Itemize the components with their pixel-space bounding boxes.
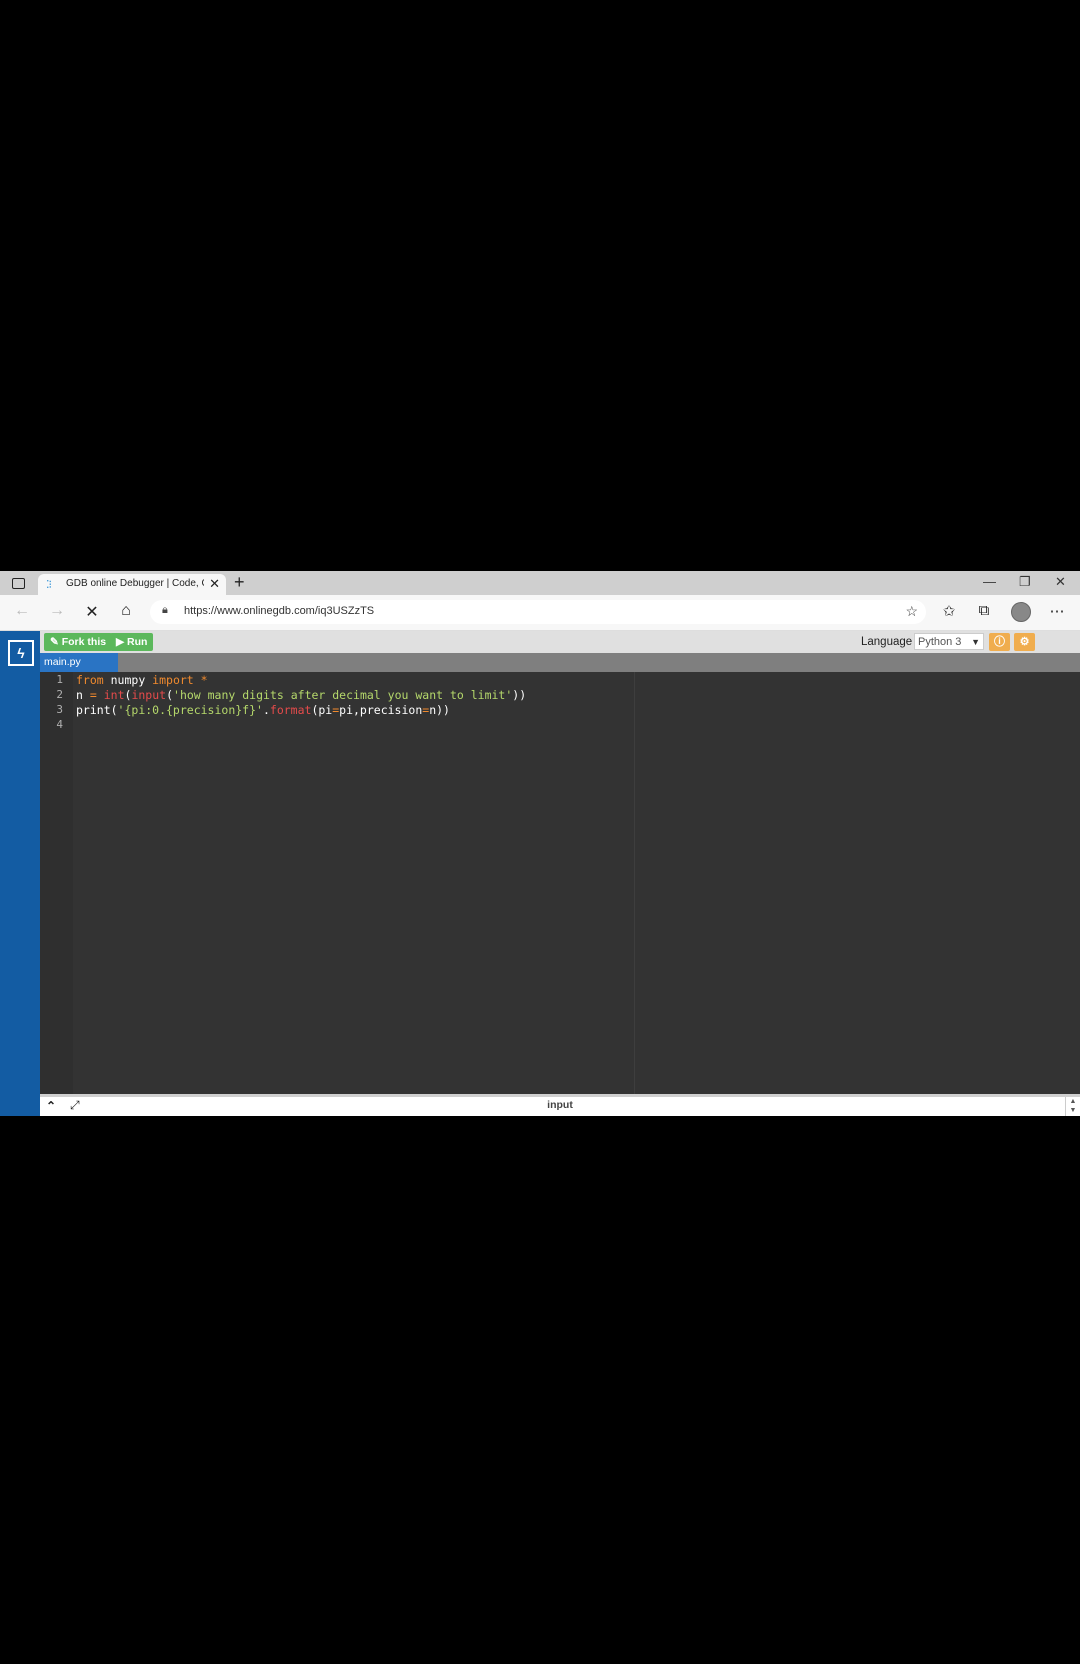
- onlinegdb-page: ϟ ✎ Fork this ▶ Run Language Python 3 ▼ …: [0, 631, 1080, 1116]
- code-line[interactable]: from numpy import *: [76, 673, 208, 687]
- code-token: n)): [429, 703, 450, 717]
- code-line[interactable]: print('{pi:0.{precision}f}'.format(pi=pi…: [76, 703, 450, 717]
- forward-icon[interactable]: →: [47, 602, 67, 620]
- more-menu-icon[interactable]: ⋯: [1046, 602, 1068, 620]
- input-label: input: [547, 1099, 573, 1111]
- tab-actions-icon[interactable]: [8, 575, 28, 591]
- print-margin: [634, 672, 635, 1094]
- favorites-icon[interactable]: ✩: [938, 602, 960, 620]
- bolt-logo-icon[interactable]: ϟ: [8, 640, 34, 666]
- lock-icon[interactable]: 🔒︎: [162, 604, 168, 617]
- code-token: 'how many digits after decimal you want …: [173, 688, 513, 702]
- code-token: .: [262, 703, 270, 717]
- close-tab-icon[interactable]: ✕: [209, 576, 220, 592]
- code-token: print(: [76, 703, 118, 717]
- fork-button[interactable]: ✎ Fork this: [44, 633, 113, 651]
- language-label: Language: [861, 636, 913, 648]
- line-number: 1: [56, 673, 63, 686]
- editor-toolbar: ✎ Fork this ▶ Run Language Python 3 ▼ ⓘ …: [40, 631, 1080, 653]
- tab-title: GDB online Debugger | Code, Co: [66, 578, 204, 589]
- home-icon[interactable]: ⌂: [116, 602, 136, 620]
- scrollbar[interactable]: ▲ ▼: [1065, 1097, 1080, 1116]
- code-token: *: [200, 673, 208, 687]
- code-token: n: [76, 688, 90, 702]
- line-number-gutter: 1 2 3 4: [40, 672, 73, 1094]
- collections-icon[interactable]: ⧉: [973, 602, 995, 619]
- address-bar[interactable]: 🔒︎ https://www.onlinegdb.com/iq3USZzTS ☆: [150, 600, 926, 624]
- line-number: 3: [56, 703, 63, 716]
- play-icon: ▶: [116, 636, 125, 648]
- code-token: )): [512, 688, 527, 702]
- code-token: format: [269, 703, 312, 717]
- file-tabs-bar: main.py: [40, 653, 1080, 672]
- add-favorite-icon[interactable]: ☆: [905, 603, 918, 620]
- file-tab-main[interactable]: main.py: [40, 653, 118, 672]
- code-token: input: [131, 688, 167, 702]
- site-favicon-icon: ⁚⁝: [46, 579, 52, 591]
- settings-gear-icon[interactable]: ⚙: [1014, 633, 1035, 651]
- url-text[interactable]: https://www.onlinegdb.com/iq3USZzTS: [184, 605, 374, 617]
- code-token: =: [89, 688, 97, 702]
- code-token: from: [76, 673, 104, 687]
- language-select[interactable]: Python 3 ▼: [914, 633, 984, 650]
- io-panel-bar: ⌃ ⤢ input ▲ ▼: [40, 1094, 1080, 1116]
- tab-strip: ⁚⁝ GDB online Debugger | Code, Co ✕ + — …: [0, 571, 1080, 595]
- code-editor[interactable]: 1234 from numpy import * n = int(input('h…: [40, 672, 1080, 1094]
- browser-window: ⁚⁝ GDB online Debugger | Code, Co ✕ + — …: [0, 571, 1080, 1116]
- back-icon[interactable]: ←: [12, 602, 32, 620]
- code-token: (pi: [311, 703, 333, 717]
- language-value: Python 3: [918, 636, 962, 648]
- profile-avatar[interactable]: [1011, 602, 1031, 622]
- fork-label: Fork this: [61, 636, 107, 648]
- minimize-icon[interactable]: —: [983, 574, 996, 589]
- window-close-icon[interactable]: ✕: [1055, 574, 1066, 590]
- chevron-down-icon: ▼: [971, 637, 980, 647]
- code-token: int: [103, 688, 125, 702]
- info-icon[interactable]: ⓘ: [989, 633, 1010, 651]
- code-line[interactable]: n = int(input('how many digits after dec…: [76, 688, 526, 702]
- code-token: numpy: [103, 673, 153, 687]
- restore-icon[interactable]: ❐: [1019, 574, 1031, 590]
- new-tab-icon[interactable]: +: [234, 572, 245, 593]
- stop-loading-icon[interactable]: ✕: [82, 602, 102, 622]
- browser-tab[interactable]: ⁚⁝ GDB online Debugger | Code, Co ✕: [38, 574, 226, 595]
- sidebar: ϟ: [0, 631, 40, 1116]
- run-button[interactable]: ▶ Run: [110, 633, 154, 651]
- browser-toolbar: ← → ✕ ⌂ 🔒︎ https://www.onlinegdb.com/iq3…: [0, 595, 1080, 631]
- run-label: Run: [127, 636, 148, 648]
- code-token: (: [166, 688, 174, 702]
- line-number: 4: [56, 718, 63, 731]
- code-token: import: [152, 673, 194, 687]
- line-number: 2: [56, 688, 63, 701]
- edit-icon: ✎: [50, 636, 59, 648]
- code-token: '{pi:0.{precision}f}': [117, 703, 263, 717]
- code-token: pi,precision: [339, 703, 423, 717]
